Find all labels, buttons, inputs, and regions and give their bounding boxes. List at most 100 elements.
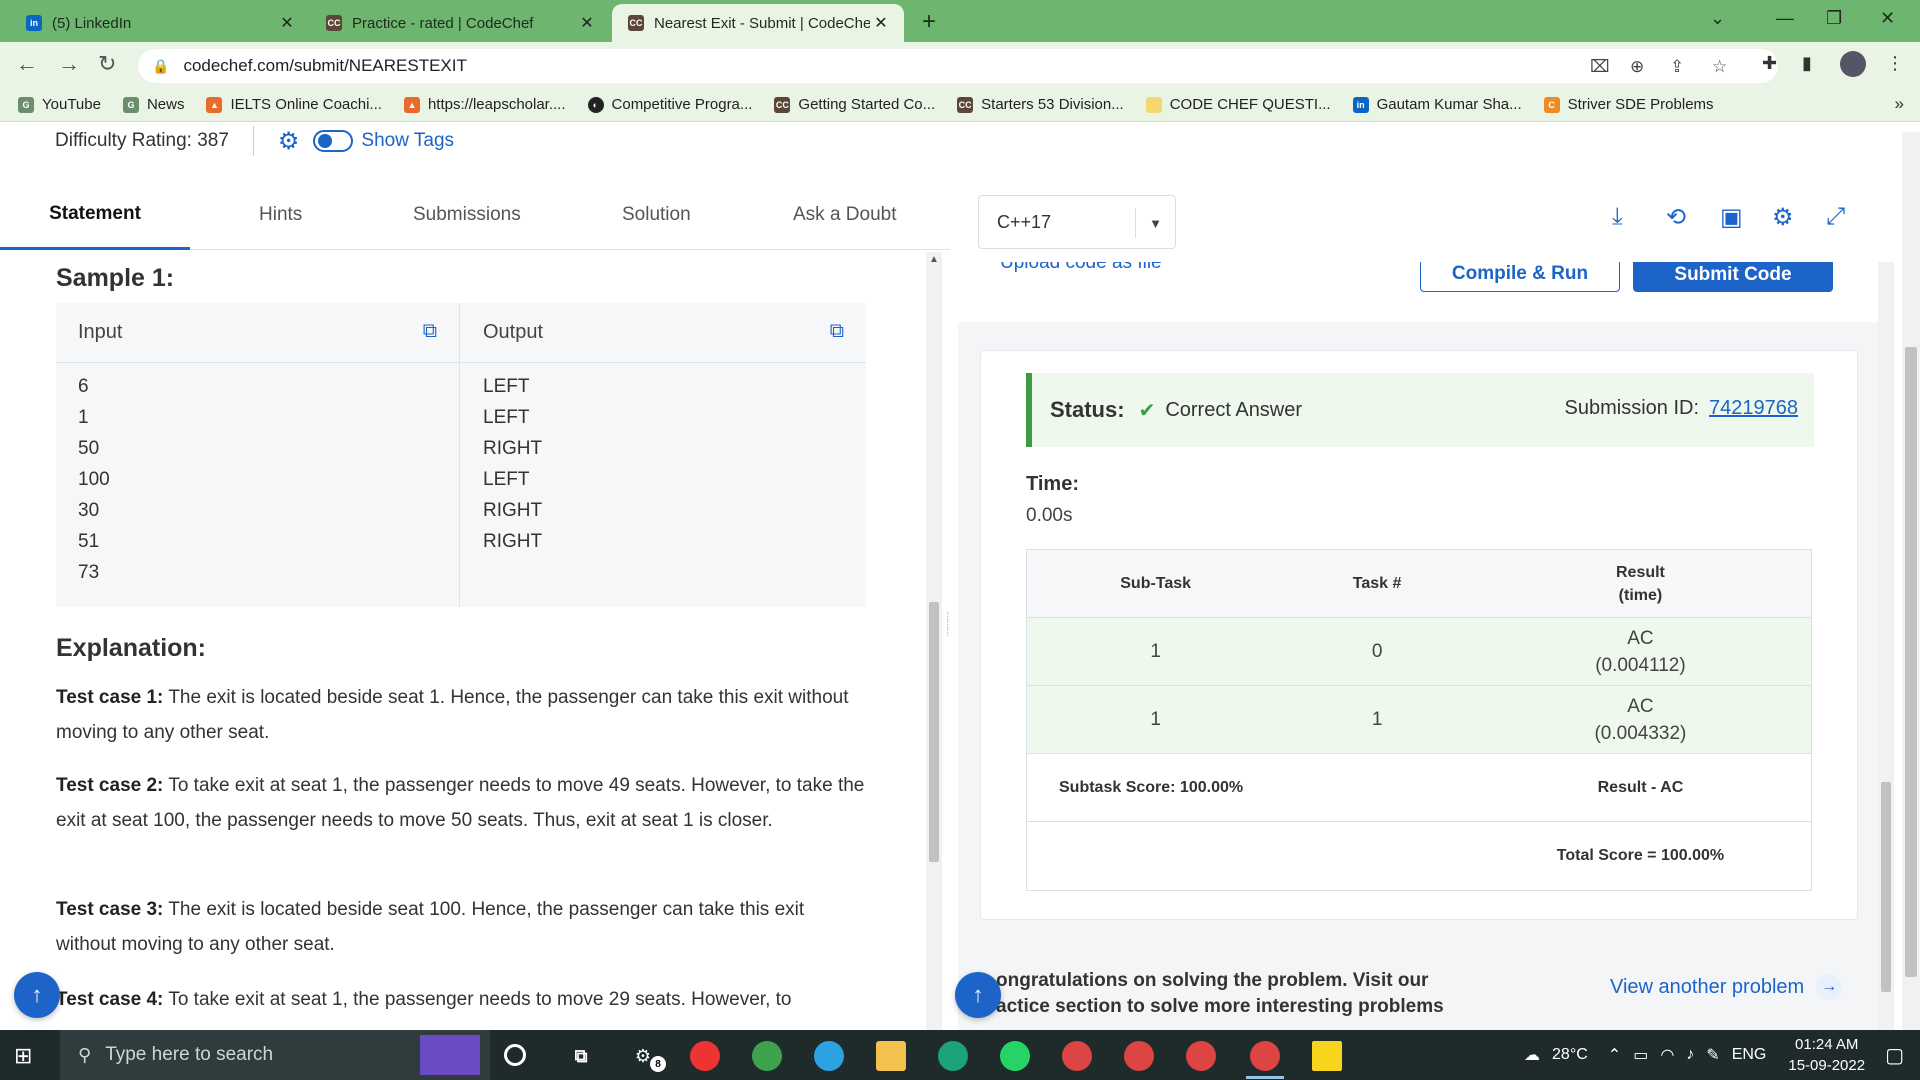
lock-icon[interactable]: 🔒 [152,58,169,75]
weather-icon[interactable]: ☁ [1524,1045,1540,1065]
panel-resize-handle[interactable]: ⁞ ⁞ ⁞ [946,610,949,638]
scroll-up-icon[interactable]: ▲ [929,254,939,265]
address-bar[interactable]: 🔒 codechef.com/submit/NEARESTEXIT ⌧ ⊕ ⇪ … [138,49,1778,83]
scroll-to-top-button[interactable]: ↑ [955,972,1001,1018]
bookmark-ielts[interactable]: ▲ IELTS Online Coachi... [206,96,382,113]
scroll-to-top-button[interactable]: ↑ [14,972,60,1018]
close-icon[interactable]: ✕ [276,13,298,33]
tab-hints[interactable]: Hints [259,180,302,250]
search-highlight-icon[interactable] [420,1035,480,1075]
problem-statement-panel: Sample 1: Input ⧉ 6 1 50 100 30 51 73 Ou… [0,252,926,1030]
scrollbar-thumb[interactable] [929,602,939,862]
browser-tab-nearest-exit[interactable]: CC Nearest Exit - Submit | CodeChef ✕ [612,4,904,42]
browser-menu-icon[interactable]: ⋮ [1886,53,1904,74]
show-tags-label[interactable]: Show Tags [361,130,454,152]
url-text[interactable]: codechef.com/submit/NEARESTEXIT [183,56,466,76]
bookmark-news[interactable]: G News [122,96,184,113]
back-icon[interactable]: ← [16,51,38,77]
editor-settings-icon[interactable]: ⚙ [1772,203,1794,232]
notification-center-icon[interactable]: ▢ [1885,1043,1904,1068]
window-close-icon[interactable]: ✕ [1880,8,1895,29]
view-another-label[interactable]: View another problem [1610,976,1804,999]
chevron-down-icon[interactable]: ▼ [1135,208,1175,238]
close-icon[interactable]: ✕ [870,13,892,33]
chrome-icon[interactable] [1250,1041,1280,1071]
app-icon[interactable] [690,1041,720,1071]
whatsapp-icon[interactable] [1000,1041,1030,1071]
scrollbar-thumb[interactable] [1881,782,1891,992]
download-icon[interactable]: ⤓ [1612,203,1623,231]
right-panel-scrollbar[interactable] [1878,262,1894,1030]
new-tab-icon[interactable]: + [922,8,936,36]
bookmark-getting-started[interactable]: CC Getting Started Co... [774,96,935,113]
result-time: (0.004112) [1595,654,1686,676]
submission-id-link[interactable]: 74219768 [1709,397,1798,419]
scrollbar-thumb[interactable] [1905,347,1917,977]
side-panel-icon[interactable]: ▮ [1802,53,1812,74]
bookmark-competitive[interactable]: ◐ Competitive Progra... [587,96,752,113]
forward-icon[interactable]: → [58,51,80,77]
temperature[interactable]: 28°C [1552,1046,1588,1064]
extensions-icon[interactable]: ✚ [1762,53,1777,74]
fullscreen-icon[interactable]: ⤢ [1826,203,1845,231]
sticky-notes-icon[interactable] [1312,1041,1342,1071]
bookmark-star-icon[interactable]: ☆ [1712,57,1727,77]
restore-icon[interactable]: ❐ [1826,8,1842,29]
telegram-icon[interactable] [814,1041,844,1071]
tab-statement[interactable]: Statement [0,180,190,250]
left-panel-scrollbar[interactable]: ▲ [926,252,942,1030]
chrome-icon[interactable] [1124,1041,1154,1071]
tab-solution[interactable]: Solution [622,180,691,250]
chrome-icon[interactable] [1186,1041,1216,1071]
compile-run-button[interactable]: Compile & Run [1420,262,1620,292]
browser-tab-linkedin[interactable]: in (5) LinkedIn ✕ [10,4,310,42]
cortana-icon[interactable] [504,1044,526,1066]
tab-submissions[interactable]: Submissions [413,180,521,250]
windows-start-icon[interactable]: ⊞ [14,1043,32,1069]
reload-icon[interactable]: ↻ [98,51,116,77]
chrome-icon[interactable] [1062,1041,1092,1071]
app-icon[interactable] [752,1041,782,1071]
save-icon[interactable]: ▣ [1720,203,1743,232]
bookmark-starters[interactable]: CC Starters 53 Division... [957,96,1124,113]
subtask-score: Subtask Score: 100.00% [1059,778,1244,796]
tab-search-icon[interactable]: ⌄ [1710,8,1725,29]
share-icon[interactable]: ⇪ [1670,57,1684,77]
file-explorer-icon[interactable] [876,1041,906,1071]
bookmark-gautam[interactable]: in Gautam Kumar Sha... [1352,96,1522,113]
show-tags-toggle[interactable] [313,130,354,152]
submit-code-button[interactable]: Submit Code [1633,262,1833,292]
bookmarks-overflow-icon[interactable]: » [1895,94,1904,114]
pen-icon[interactable]: ✎ [1706,1045,1719,1065]
copy-icon[interactable]: ⧉ [423,320,437,343]
bookmark-striver[interactable]: C Striver SDE Problems [1543,96,1714,113]
copy-icon[interactable]: ⧉ [830,320,844,343]
volume-icon[interactable]: ♪ [1686,1046,1694,1064]
profile-avatar[interactable] [1840,51,1866,77]
arrow-right-icon[interactable]: → [1816,974,1843,1000]
zoom-icon[interactable]: ⊕ [1630,57,1644,77]
reset-icon[interactable]: ⟲ [1666,203,1686,232]
chevron-up-icon[interactable]: ⌃ [1608,1045,1621,1065]
language-select[interactable]: C++17 ▼ [978,195,1176,249]
bookmark-youtube[interactable]: G YouTube [18,96,101,113]
translate-icon[interactable]: ⌧ [1590,57,1610,77]
edge-icon[interactable] [938,1041,968,1071]
settings-gear-icon[interactable]: ⚙ [278,127,300,156]
battery-icon[interactable]: ▭ [1633,1045,1648,1065]
tab-ask-a-doubt[interactable]: Ask a Doubt [793,180,897,250]
explanation-title: Explanation: [56,634,207,662]
browser-tab-practice[interactable]: CC Practice - rated | CodeChef ✕ [310,4,610,42]
input-language[interactable]: ENG [1732,1046,1767,1064]
bookmark-codechef-questions[interactable]: CODE CHEF QUESTI... [1145,96,1331,113]
view-another-problem-link[interactable]: View another problem → [1610,974,1843,1000]
close-icon[interactable]: ✕ [576,13,598,33]
wifi-icon[interactable]: ◠ [1660,1045,1674,1065]
bookmark-leapscholar[interactable]: ▲ https://leapscholar.... [403,96,566,113]
task-view-icon[interactable]: ⧉ [566,1041,596,1071]
output-line: LEFT [483,376,530,397]
clock[interactable]: 01:24 AM 15-09-2022 [1788,1034,1865,1076]
minimize-icon[interactable]: — [1776,8,1794,29]
page-scrollbar[interactable] [1902,132,1920,1030]
upload-code-link[interactable]: Upload code as file [1000,262,1162,274]
